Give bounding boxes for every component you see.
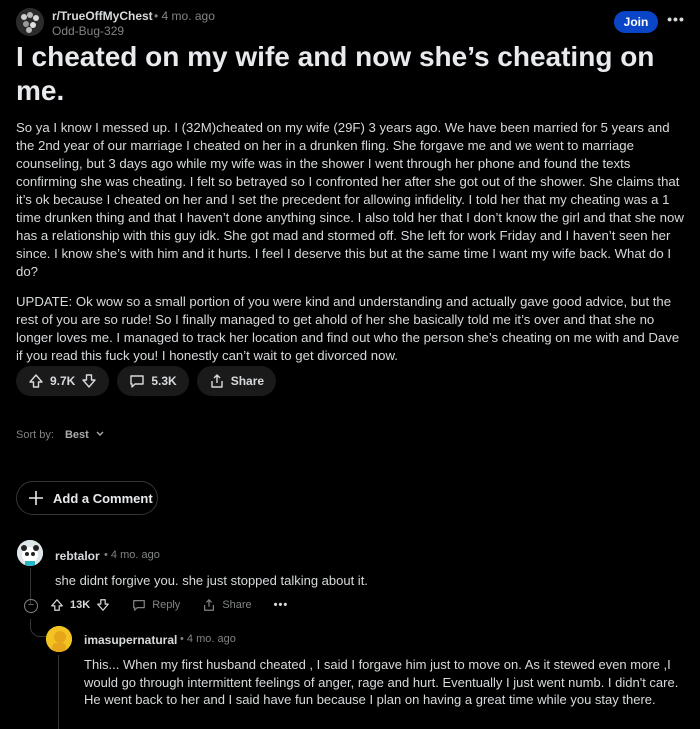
comment-actions: 13K Reply Share ••• xyxy=(50,598,288,612)
share-label: Share xyxy=(230,374,265,388)
more-options-icon[interactable]: ••• xyxy=(274,599,289,611)
panda-avatar-icon xyxy=(17,540,43,566)
comment-author[interactable]: imasupernatural xyxy=(84,633,177,647)
share-button[interactable]: Share xyxy=(196,366,277,396)
sort-label: Sort by: xyxy=(16,429,54,441)
reply-button[interactable]: Reply xyxy=(132,598,180,612)
post-header: r/TrueOffMyChest • 4 mo. ago Odd-Bug-329… xyxy=(16,8,686,38)
sort-control[interactable]: Sort by: Best xyxy=(16,429,105,441)
downvote-icon[interactable] xyxy=(81,373,97,389)
share-icon xyxy=(211,374,223,388)
plus-icon xyxy=(29,491,43,505)
vote-count: 9.7K xyxy=(50,374,76,388)
comment-text: she didnt forgive you. she just stopped … xyxy=(55,573,368,588)
thread-line[interactable] xyxy=(58,655,59,729)
upvote-icon[interactable] xyxy=(28,373,44,389)
comment-age: • 4 mo. ago xyxy=(180,633,236,645)
comment-score: 13K xyxy=(70,599,91,611)
subreddit-avatar[interactable] xyxy=(16,8,44,36)
add-comment-label: Add a Comment xyxy=(53,490,153,506)
comment-author[interactable]: rebtalor xyxy=(55,549,100,563)
reply-label: Reply xyxy=(152,599,181,611)
reply-connector xyxy=(30,619,46,637)
comment-icon xyxy=(133,600,146,611)
comment-count: 5.3K xyxy=(151,374,177,388)
post-body-paragraph: So ya I know I messed up. I (32M)cheated… xyxy=(16,120,684,279)
vote-control: 9.7K xyxy=(16,366,110,396)
avatar[interactable] xyxy=(17,540,43,566)
share-icon xyxy=(204,599,215,611)
downvote-icon[interactable] xyxy=(96,598,110,612)
comment-age: • 4 mo. ago xyxy=(104,549,160,561)
post-body: So ya I know I messed up. I (32M)cheated… xyxy=(16,119,684,377)
comments-button[interactable]: 5.3K xyxy=(117,366,189,396)
user-avatar-icon xyxy=(46,626,72,652)
post-age: • 4 mo. ago xyxy=(154,9,215,23)
chevron-down-icon xyxy=(96,431,104,436)
comment-icon xyxy=(130,375,145,388)
join-button[interactable]: Join xyxy=(614,11,658,33)
avatar[interactable] xyxy=(46,626,72,652)
post-actions: 9.7K 5.3K Share xyxy=(16,366,277,398)
upvote-icon[interactable] xyxy=(50,598,64,612)
subreddit-logo-icon xyxy=(16,8,44,36)
comment-text: This... When my first husband cheated , … xyxy=(84,657,679,707)
post-author[interactable]: Odd-Bug-329 xyxy=(52,24,124,38)
post-update-paragraph: UPDATE: Ok wow so a small portion of you… xyxy=(16,294,680,363)
post-title: I cheated on my wife and now she’s cheat… xyxy=(16,41,655,106)
subreddit-name[interactable]: r/TrueOffMyChest xyxy=(52,9,153,23)
sort-value[interactable]: Best xyxy=(65,429,89,441)
collapse-thread-button[interactable]: − xyxy=(24,599,38,613)
add-comment-button[interactable]: Add a Comment xyxy=(16,481,158,515)
share-button[interactable]: Share xyxy=(202,598,252,612)
more-options-icon[interactable]: ••• xyxy=(666,12,686,32)
share-label: Share xyxy=(222,599,252,611)
